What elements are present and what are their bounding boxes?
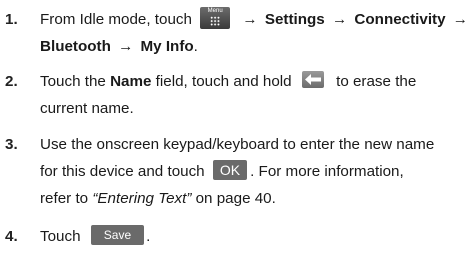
step-line: From Idle mode, touch Menu → Settings → … bbox=[40, 6, 470, 33]
name-field-label: Name bbox=[110, 73, 152, 90]
save-button-icon: Save bbox=[90, 224, 145, 245]
step-line: Touch the Name field, touch and hold to … bbox=[40, 68, 470, 95]
step-line: current name. bbox=[40, 100, 134, 117]
step-text: From Idle mode, touch bbox=[40, 11, 192, 28]
grid-dots-icon bbox=[210, 15, 221, 26]
step-text: for this device and touch bbox=[40, 163, 205, 180]
arrow-icon: → bbox=[242, 11, 258, 28]
backspace-arrow-icon bbox=[301, 71, 324, 89]
step-number: 4. bbox=[5, 228, 18, 245]
step-line: Use the onscreen keypad/keyboard to ente… bbox=[40, 136, 435, 153]
step-line: Bluetooth → My Info. bbox=[40, 33, 470, 60]
step-line: Touch Save. bbox=[40, 223, 470, 250]
settings-label: Settings bbox=[264, 11, 325, 28]
step-text: Touch bbox=[40, 228, 81, 245]
period: . bbox=[193, 38, 198, 55]
arrow-icon: → bbox=[452, 11, 468, 28]
step-body: Touch the Name field, touch and hold to … bbox=[40, 68, 470, 122]
arrow-icon: → bbox=[332, 11, 348, 28]
ok-button-icon: OK bbox=[212, 159, 248, 180]
menu-icon-label: Menu bbox=[207, 7, 223, 14]
step-text: field, touch and hold bbox=[151, 73, 292, 90]
arrow-icon: → bbox=[118, 38, 134, 55]
step-text: refer to bbox=[40, 190, 93, 207]
step-number: 3. bbox=[5, 136, 18, 153]
bluetooth-label: Bluetooth bbox=[40, 38, 111, 55]
step-text: Touch the bbox=[40, 73, 111, 90]
instruction-document: 1. From Idle mode, touch Menu → Settings… bbox=[0, 0, 471, 258]
cross-reference-link[interactable]: “Entering Text” bbox=[92, 190, 191, 207]
step-line: refer to “Entering Text” on page 40. bbox=[40, 185, 470, 212]
menu-grid-icon: Menu bbox=[200, 6, 231, 29]
step-text: to erase the bbox=[336, 73, 417, 90]
step-body: Touch Save. bbox=[40, 223, 470, 250]
step-number: 1. bbox=[5, 11, 18, 28]
period: . bbox=[146, 228, 151, 245]
connectivity-label: Connectivity bbox=[354, 11, 446, 28]
step-number: 2. bbox=[5, 73, 18, 90]
step-body: Use the onscreen keypad/keyboard to ente… bbox=[40, 131, 470, 212]
step-body: From Idle mode, touch Menu → Settings → … bbox=[40, 6, 470, 60]
step-text: . For more information, bbox=[250, 163, 404, 180]
step-line: for this device and touch OK. For more i… bbox=[40, 158, 470, 185]
my-info-label: My Info bbox=[140, 38, 194, 55]
step-text: on page 40. bbox=[191, 190, 276, 207]
